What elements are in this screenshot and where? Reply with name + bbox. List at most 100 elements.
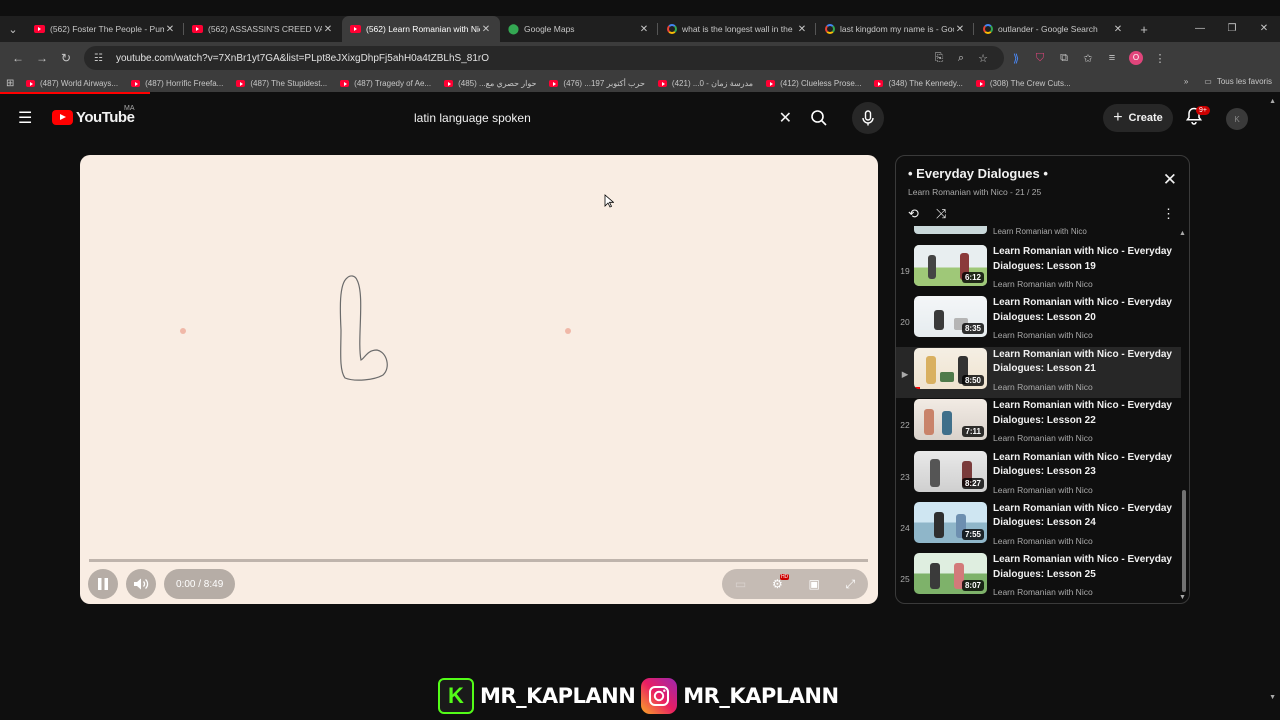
- video-title[interactable]: Learn Romanian with Nico - Everyday Dial…: [993, 245, 1173, 274]
- loop-icon[interactable]: ⟲: [908, 206, 936, 222]
- playlist-item[interactable]: 25 8:07 Learn Romanian with Nico - Every…: [896, 552, 1181, 603]
- youtube-logo[interactable]: YouTube MA: [52, 105, 135, 126]
- tab-close-icon[interactable]: ✕: [322, 24, 334, 35]
- playlist-item[interactable]: 23 8:27 Learn Romanian with Nico - Every…: [896, 450, 1181, 501]
- shuffle-icon[interactable]: ⤨: [936, 206, 964, 222]
- bookmark-item[interactable]: حوار حصري مع... (485): [444, 79, 536, 88]
- back-icon[interactable]: ←: [6, 51, 30, 65]
- close-window-icon[interactable]: ✕: [1248, 16, 1280, 42]
- address-toolbar: ← → ↻ ☷ youtube.com/watch?v=7XnBr1yt7GA&…: [0, 42, 1280, 74]
- folder-icon: ▭: [1204, 77, 1212, 86]
- bookmark-item[interactable]: حرب أكتوبر 197... (476): [549, 79, 645, 88]
- playlist-scrollbar[interactable]: [1182, 490, 1186, 592]
- media-controls-icon[interactable]: ≡: [1100, 52, 1124, 64]
- video-thumbnail[interactable]: 6:12: [914, 245, 987, 286]
- browser-tab[interactable]: (562) ASSASSIN'S CREED VALHA ✕: [184, 16, 342, 42]
- scroll-up-arrow-icon[interactable]: ▲: [1179, 230, 1186, 237]
- bookmark-item[interactable]: مدرسة زمان - 0... (421): [657, 79, 753, 88]
- url-bar[interactable]: ☷ youtube.com/watch?v=7XnBr1yt7GA&list=P…: [84, 46, 1004, 70]
- subtitles-icon[interactable]: ▭: [735, 577, 746, 591]
- browser-tab-active[interactable]: (562) Learn Romanian with Nic ✕: [342, 16, 500, 42]
- video-thumbnail[interactable]: 8:35: [914, 296, 987, 338]
- bookmark-item[interactable]: (487) Tragedy of Ae...: [340, 79, 431, 88]
- extension-shield-icon[interactable]: ⛉: [1028, 52, 1052, 65]
- playlist-item[interactable]: 22 7:11 Learn Romanian with Nico - Every…: [896, 398, 1181, 449]
- browser-tab[interactable]: ⬤ Google Maps ✕: [500, 16, 658, 42]
- extensions-puzzle-icon[interactable]: ⧉: [1052, 52, 1076, 65]
- profile-icon[interactable]: O: [1124, 51, 1148, 65]
- playlist-item[interactable]: 24 7:55 Learn Romanian with Nico - Every…: [896, 501, 1181, 552]
- extension-icon[interactable]: ⟫: [1004, 52, 1028, 65]
- settings-button[interactable]: ⚙ HD: [772, 574, 790, 591]
- fullscreen-icon[interactable]: ⤢: [846, 577, 856, 592]
- bookmark-item[interactable]: (487) World Airways...: [26, 79, 118, 88]
- tab-close-icon[interactable]: ✕: [1112, 24, 1124, 35]
- minimize-icon[interactable]: —: [1184, 16, 1216, 42]
- tab-close-icon[interactable]: ✕: [638, 24, 650, 35]
- video-player[interactable]: 0:00 / 8:49 ▭ ⚙ HD ▣ ⤢: [80, 155, 878, 604]
- page-scroll-up-icon[interactable]: ▲: [1269, 98, 1276, 105]
- install-app-icon[interactable]: ⎘: [928, 52, 950, 65]
- video-duration: 6:12: [961, 272, 984, 283]
- video-thumbnail[interactable]: 8:27: [914, 450, 987, 492]
- video-thumbnail[interactable]: 7:11: [914, 399, 987, 441]
- new-tab-button[interactable]: +: [1132, 22, 1156, 37]
- seek-bar[interactable]: [89, 559, 868, 562]
- bookmarks-star-icon[interactable]: ✩: [1076, 52, 1100, 65]
- all-bookmarks-link[interactable]: Tous les favoris: [1217, 77, 1272, 86]
- playlist-menu-icon[interactable]: ⋮: [1162, 206, 1175, 222]
- browser-tab[interactable]: last kingdom my name is - Goo ✕: [816, 16, 974, 42]
- video-thumbnail[interactable]: 7:55: [914, 501, 987, 543]
- search-button[interactable]: [800, 102, 838, 134]
- forward-icon[interactable]: →: [30, 51, 54, 65]
- hamburger-menu-icon[interactable]: ☰: [18, 108, 34, 128]
- bookmark-item[interactable]: (487) Horrific Freefa...: [131, 79, 223, 88]
- tab-close-icon[interactable]: ✕: [796, 24, 808, 35]
- close-playlist-icon[interactable]: ✕: [1163, 170, 1177, 190]
- playlist-item[interactable]: 20 8:35 Learn Romanian with Nico - Every…: [896, 295, 1181, 346]
- playlist-item-current[interactable]: ▶ 8:50 Learn Romanian with Nico - Everyd…: [896, 346, 1181, 399]
- search-input[interactable]: latin language spoken ✕: [402, 102, 802, 134]
- voice-search-button[interactable]: [852, 102, 884, 134]
- playlist-item[interactable]: 19 6:12 Learn Romanian with Nico - Every…: [896, 244, 1181, 295]
- browser-tab[interactable]: (562) Foster The People - Pump ✕: [26, 16, 184, 42]
- mute-button[interactable]: [126, 569, 156, 599]
- now-playing-icon: ▶: [901, 368, 909, 379]
- browser-tab[interactable]: outlander - Google Search ✕: [974, 16, 1132, 42]
- tab-close-icon[interactable]: ✕: [164, 24, 176, 35]
- tab-title: Google Maps: [524, 24, 575, 34]
- restore-icon[interactable]: ❐: [1216, 16, 1248, 42]
- tab-close-icon[interactable]: ✕: [954, 24, 966, 35]
- tab-search-icon[interactable]: ⌄: [0, 16, 26, 42]
- create-button[interactable]: + Create: [1103, 104, 1173, 132]
- video-title[interactable]: Learn Romanian with Nico - Everyday Dial…: [993, 451, 1173, 480]
- clear-search-icon[interactable]: ✕: [779, 108, 792, 128]
- scroll-down-arrow-icon[interactable]: ▼: [1179, 594, 1186, 601]
- more-bookmarks-chevron-icon[interactable]: »: [1184, 77, 1188, 86]
- video-title[interactable]: Learn Romanian with Nico - Everyday Dial…: [993, 553, 1173, 582]
- bookmark-item[interactable]: (412) Clueless Prose...: [766, 79, 861, 88]
- avatar[interactable]: K: [1226, 108, 1248, 130]
- reload-icon[interactable]: ↻: [54, 51, 78, 65]
- video-thumbnail[interactable]: 8:50: [914, 347, 987, 389]
- playlist-title[interactable]: • Everyday Dialogues •: [908, 166, 1177, 181]
- page-scroll-down-icon[interactable]: ▼: [1269, 694, 1276, 701]
- video-title[interactable]: Learn Romanian with Nico - Everyday Dial…: [993, 502, 1173, 531]
- theater-mode-icon[interactable]: ▣: [808, 577, 819, 591]
- site-info-icon[interactable]: ☷: [94, 53, 106, 64]
- channel-name: Learn Romanian with Nico: [993, 484, 1093, 495]
- browser-tab[interactable]: what is the longest wall in the ✕: [658, 16, 816, 42]
- video-title[interactable]: Learn Romanian with Nico - Everyday Dial…: [993, 399, 1173, 428]
- apps-grid-icon[interactable]: ⊞: [6, 78, 26, 89]
- bookmark-item[interactable]: (348) The Kennedy...: [874, 79, 963, 88]
- bookmark-item[interactable]: (308) The Crew Cuts...: [975, 79, 1071, 88]
- browser-menu-icon[interactable]: ⋮: [1148, 52, 1172, 65]
- pause-button[interactable]: [88, 569, 118, 599]
- tab-close-icon[interactable]: ✕: [480, 24, 492, 35]
- bookmark-item[interactable]: (487) The Stupidest...: [236, 79, 327, 88]
- video-thumbnail[interactable]: 8:07: [914, 553, 987, 595]
- bookmark-star-icon[interactable]: ☆: [972, 52, 994, 65]
- zoom-icon[interactable]: ⌕: [950, 52, 972, 65]
- video-title[interactable]: Learn Romanian with Nico - Everyday Dial…: [993, 348, 1173, 377]
- video-title[interactable]: Learn Romanian with Nico - Everyday Dial…: [993, 296, 1173, 325]
